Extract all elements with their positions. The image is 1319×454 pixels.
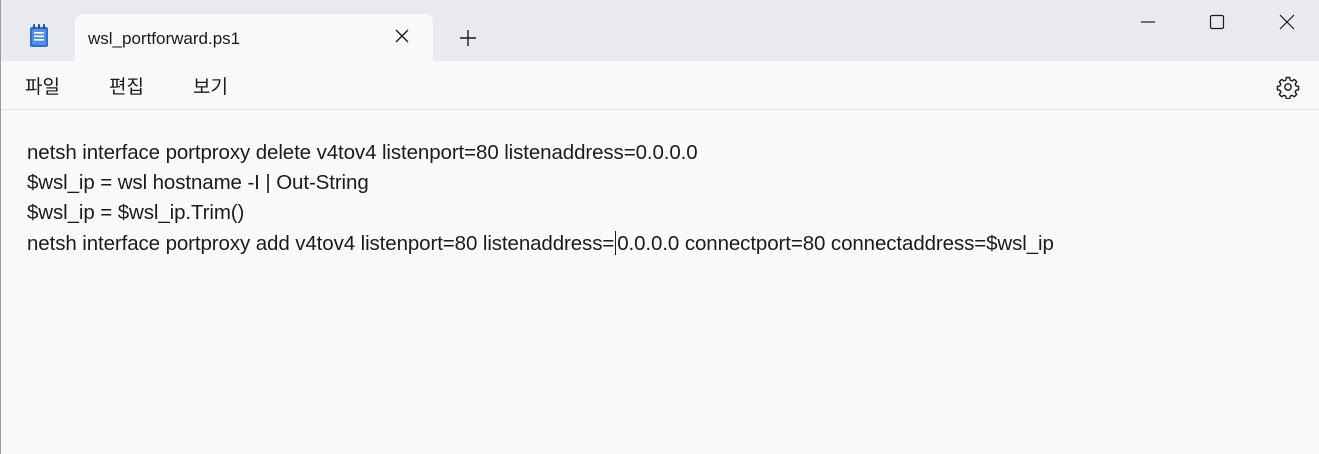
editor-line: $wsl_ip = $wsl_ip.Trim() (27, 201, 245, 224)
gear-icon[interactable] (1276, 75, 1300, 99)
tab-wsl-portforward[interactable]: wsl_portforward.ps1 (75, 14, 433, 62)
text-editor[interactable]: netsh interface portproxy delete v4tov4 … (1, 111, 1319, 454)
minimize-button[interactable] (1113, 0, 1183, 44)
close-window-button[interactable] (1252, 0, 1319, 44)
editor-line: netsh interface portproxy delete v4tov4 … (27, 141, 698, 164)
minimize-icon (1141, 21, 1155, 23)
plus-icon[interactable] (458, 28, 478, 48)
line-text-after-caret: 0.0.0.0 connectport=80 connectaddress=$w… (617, 232, 1054, 255)
close-icon[interactable] (393, 27, 411, 45)
title-bar[interactable]: wsl_portforward.ps1 (1, 0, 1319, 62)
maximize-icon (1209, 14, 1225, 30)
menu-view[interactable]: 보기 (193, 72, 228, 99)
menu-edit[interactable]: 편집 (109, 72, 144, 99)
notepad-window: wsl_portforward.ps1 파일 편집 보기 netsh inter… (0, 0, 1319, 454)
editor-line: $wsl_ip = wsl hostname -I | Out-String (27, 171, 369, 194)
notepad-icon (30, 24, 48, 47)
editor-line: netsh interface portproxy add v4tov4 lis… (27, 231, 1054, 261)
maximize-button[interactable] (1182, 0, 1252, 44)
menu-bar: 파일 편집 보기 (1, 61, 1319, 110)
menu-file[interactable]: 파일 (25, 72, 60, 99)
line-text-before-caret: netsh interface portproxy add v4tov4 lis… (27, 232, 615, 255)
tab-title: wsl_portforward.ps1 (88, 29, 241, 48)
close-icon (1279, 14, 1295, 30)
